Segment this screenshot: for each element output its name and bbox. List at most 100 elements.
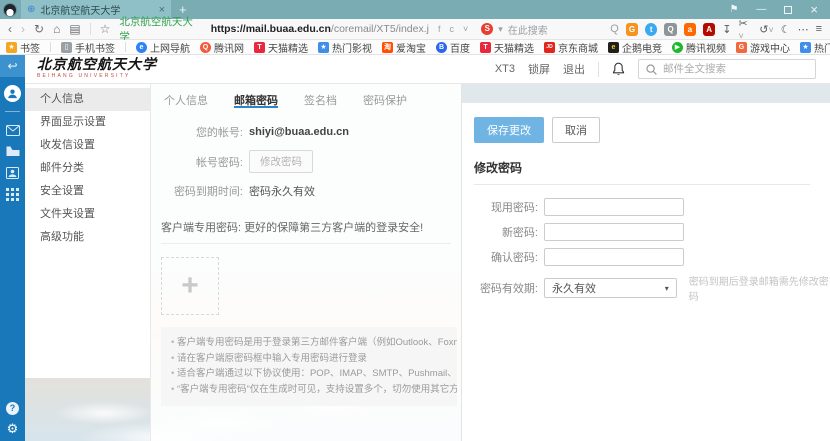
bookmark-item[interactable]: ★ 书签 (6, 40, 40, 54)
divider (125, 42, 126, 52)
logout-link[interactable]: 退出 (563, 61, 585, 77)
tab-mail-password[interactable]: 邮箱密码 (234, 92, 278, 108)
bookmark-favicon: T (254, 41, 265, 53)
browser-search-placeholder[interactable]: 在此搜索 (508, 22, 548, 37)
bookmark-item[interactable]: 淘爱淘宝 (382, 40, 426, 54)
confirm-password-row: 确认密码: (462, 248, 830, 266)
bookmark-favicon: ★ (318, 41, 329, 53)
bookmark-item[interactable]: Q 腾讯网 (200, 40, 244, 54)
sidebar-item-security[interactable]: 安全设置 (25, 180, 150, 203)
mail-icon[interactable] (5, 125, 20, 137)
game-extension-icon[interactable]: G (625, 22, 639, 36)
bookmark-item[interactable]: ▶ 腾讯视频 (672, 40, 726, 54)
reader-mode-icon[interactable]: ▤ (69, 23, 80, 35)
sogou-logo-icon[interactable]: S (481, 23, 494, 35)
download-icon[interactable]: ↧ (722, 23, 731, 36)
night-mode-icon[interactable]: ☾ (781, 23, 791, 36)
bookmark-favicon: e (136, 41, 147, 53)
bookmark-favicon: ▶ (672, 41, 683, 53)
divider (5, 111, 20, 112)
version-switch-link[interactable]: XT3 (495, 63, 515, 75)
restore-history-icon[interactable]: ↺˅ (759, 23, 773, 36)
note-item: 请在客户端原密码框中输入专用密码进行登录 (171, 351, 457, 367)
bookmark-item[interactable]: ★热门影视 (800, 40, 830, 54)
menu-icon[interactable]: ≡ (816, 23, 822, 35)
divider (50, 42, 51, 52)
url-text[interactable]: https://mail.buaa.edu.cn/coremail/XT5/in… (211, 23, 429, 35)
tab-personal-info[interactable]: 个人信息 (164, 92, 208, 108)
bookmark-favicon: B (436, 41, 447, 53)
bookmark-star-icon[interactable]: ☆ (100, 23, 111, 35)
pdf-extension-icon[interactable]: A (703, 22, 716, 36)
validity-hint: 密码到期后登录邮箱需先修改密码 (688, 277, 829, 303)
home-icon[interactable]: ⌂ (53, 23, 60, 35)
bookmark-item[interactable]: ★热门影视 (318, 40, 372, 54)
sidebar-item-mail-classify[interactable]: 邮件分类 (25, 157, 150, 180)
screenshot-scissors-icon[interactable]: ✂˅ (739, 17, 753, 42)
save-changes-button[interactable]: 保存更改 (474, 117, 544, 143)
expiry-row: 密码到期时间: 密码永久有效 (151, 183, 461, 199)
chevron-down-icon: ▾ (664, 283, 669, 293)
validity-value: 永久有效 (552, 283, 596, 295)
flash-save-icon[interactable]: f (438, 24, 441, 34)
change-password-button[interactable]: 修改密码 (249, 150, 313, 173)
browser-account-avatar[interactable] (3, 2, 17, 17)
bookmark-item[interactable]: JD 京东商城 (544, 40, 598, 54)
chevron-down-icon[interactable]: ˅ (463, 24, 468, 34)
bookmark-item[interactable]: T 天猫精选 (480, 40, 534, 54)
back-icon[interactable]: ‹ (8, 23, 12, 35)
sidebar-item-send-receive[interactable]: 收发信设置 (25, 134, 150, 157)
mail-header: 北京航空航天大学 BEIHANG UNIVERSITY XT3 锁屏 退出 (25, 55, 830, 84)
rail-back-icon[interactable]: ↩ (0, 55, 25, 77)
bookmark-item[interactable]: e 上网导航 (136, 40, 190, 54)
bookmark-item[interactable]: e 企鹅电竞 (608, 40, 662, 54)
bookmarks-bar: ★ 书签 ▯ 手机书签 e 上网导航 Q 腾讯网 T 天猫精选 ★ 热门影视 淘爱淘宝 B百… (0, 40, 830, 55)
folder-icon[interactable] (6, 146, 20, 158)
bird-extension-icon[interactable]: t (645, 22, 658, 36)
mail-search-input[interactable] (663, 63, 808, 75)
note-item: “客户端专用密码”仅在生成时可见，支持设置多个，切勿使用其它方式保存，以防泄露 (171, 382, 457, 398)
confirm-password-input[interactable] (544, 248, 684, 266)
client-password-notes: 客户端专用密码是用于登录第三方邮件客户端（例如Outlook、Foxmail、邮… (161, 327, 457, 406)
change-password-panel: 保存更改 取消 修改密码 现用密码: 新密码: 确认密码: 密码有效期: 永久有… (462, 103, 830, 441)
tab-signature[interactable]: 签名档 (304, 92, 337, 108)
search-engine-caret-icon[interactable]: ▾ (498, 24, 503, 35)
reload-icon[interactable]: ↻ (34, 23, 44, 35)
validity-select[interactable]: 永久有效 ▾ (544, 278, 677, 298)
divider (598, 61, 599, 77)
help-icon[interactable]: ? (6, 402, 19, 415)
browser-flag-icon[interactable]: ⚑ (729, 4, 738, 15)
notification-bell-icon[interactable] (612, 62, 625, 76)
current-password-input[interactable] (544, 198, 684, 216)
contacts-icon[interactable] (5, 167, 20, 179)
new-password-input[interactable] (544, 223, 684, 241)
mail-search-box[interactable] (638, 59, 816, 79)
tab-password-protect[interactable]: 密码保护 (363, 92, 407, 108)
translate-icon[interactable]: c (449, 24, 454, 34)
bookmark-item[interactable]: ▯ 手机书签 (61, 40, 115, 54)
bookmark-item[interactable]: B 百度 (436, 40, 470, 54)
browser-search-box[interactable]: S ▾ 在此搜索 (481, 22, 601, 37)
confirm-password-label: 确认密码: (490, 252, 538, 264)
user-avatar-icon[interactable] (4, 85, 21, 102)
minimize-button[interactable]: — (756, 4, 766, 15)
cancel-button[interactable]: 取消 (552, 117, 600, 143)
more-icon[interactable]: ⋯ (798, 23, 809, 36)
lock-screen-link[interactable]: 锁屏 (528, 61, 550, 77)
close-button[interactable]: × (810, 2, 818, 17)
apps-grid-icon[interactable] (5, 188, 20, 201)
sidebar-item-personal-info[interactable]: 个人信息 (25, 88, 150, 111)
search-icon[interactable]: Q (610, 23, 619, 35)
bookmark-item[interactable]: T 天猫精选 (254, 40, 308, 54)
qa-extension-icon[interactable]: Q (664, 22, 677, 36)
bookmark-item[interactable]: G 游戏中心 (736, 40, 790, 54)
sidebar-item-advanced[interactable]: 高级功能 (25, 226, 150, 249)
settings-gear-icon[interactable]: ⚙ (7, 421, 19, 437)
forward-icon[interactable]: › (21, 23, 25, 35)
sidebar-item-display-settings[interactable]: 界面显示设置 (25, 111, 150, 134)
sidebar-item-folders[interactable]: 文件夹设置 (25, 203, 150, 226)
webmail-page: ↩ ? ⚙ 北京航空航天大学 BEIHANG UNIVERSITY XT3 锁屏… (0, 55, 830, 441)
add-client-password-button[interactable]: + (161, 257, 219, 315)
maximize-button[interactable] (784, 5, 793, 14)
shopping-extension-icon[interactable]: a (683, 22, 696, 36)
